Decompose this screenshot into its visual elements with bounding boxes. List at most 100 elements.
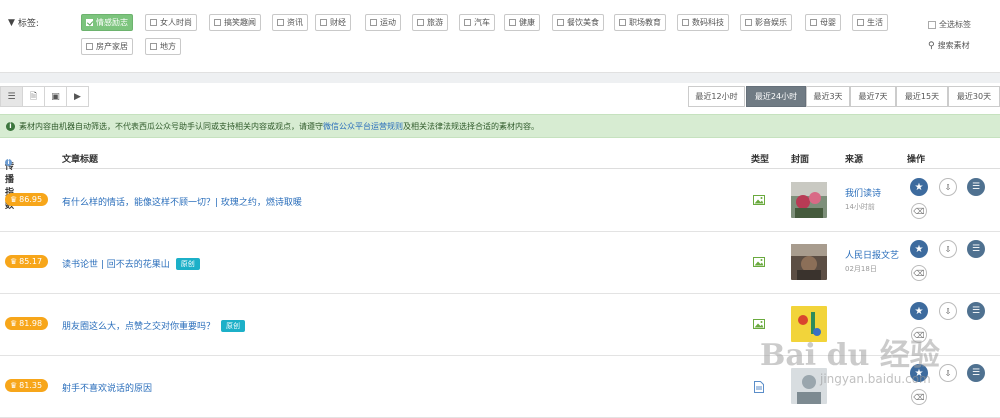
source: 我们读诗 14小时前 (845, 189, 900, 212)
table-row: ♛ 86.95 有什么样的情话，能像这样不顾一切？| 玫瑰之约，燃诗取暖 我们读诗… (0, 170, 1000, 232)
header-source: 来源 (845, 155, 864, 165)
tag-caijing[interactable]: 财经 (315, 14, 351, 31)
tag-qinggan[interactable]: 情感励志 (81, 14, 133, 31)
favorite-button[interactable]: ★ (910, 178, 928, 196)
detail-button[interactable]: ☰ (967, 178, 985, 196)
tag-yundong[interactable]: 运动 (365, 14, 401, 31)
filter-30d[interactable]: 最近30天 (948, 86, 1000, 107)
delete-button[interactable]: ⌫ (911, 265, 927, 281)
trash-icon: ⌫ (913, 392, 925, 402)
original-badge: 原创 (175, 257, 200, 270)
star-icon: ★ (914, 243, 924, 255)
detail-button[interactable]: ☰ (967, 302, 985, 320)
section-divider (0, 72, 1000, 83)
document-type-icon (754, 381, 764, 393)
dislike-button[interactable]: ⇩ (939, 178, 957, 196)
tag-gaoxiao[interactable]: 搞笑趣闻 (209, 14, 261, 31)
list-icon: ☰ (971, 368, 981, 378)
source (845, 375, 900, 377)
cover-image[interactable] (791, 306, 827, 342)
dislike-button[interactable]: ⇩ (939, 364, 957, 382)
view-list-button[interactable]: ☰ (0, 86, 23, 107)
tag-shenghuo[interactable]: 生活 (852, 14, 888, 31)
checkbox-icon (86, 43, 93, 50)
tag-shuma[interactable]: 数码科技 (677, 14, 729, 31)
delete-button[interactable]: ⌫ (911, 203, 927, 219)
tag-difang[interactable]: 地方 (145, 38, 181, 55)
header-cover: 封面 (791, 155, 810, 165)
select-all-tags[interactable]: 全选标签 (928, 19, 971, 30)
source-time: 02月18日 (845, 265, 877, 273)
source (845, 313, 900, 315)
checkbox-icon (682, 19, 689, 26)
favorite-button[interactable]: ★ (910, 364, 928, 382)
tag-muying[interactable]: 母婴 (805, 14, 841, 31)
checkbox-icon (857, 19, 864, 26)
tag-filter-bar: ▼ 标签: 情感励志 女人时尚 搞笑趣闻 资讯 财经 运动 旅游 汽车 健康 餐… (0, 0, 1000, 72)
document-icon: 🗎 (29, 91, 38, 102)
star-icon: ★ (914, 367, 924, 379)
original-badge: 原创 (221, 319, 246, 332)
checkbox-icon (619, 19, 626, 26)
checkbox-icon (417, 19, 424, 26)
view-image-button[interactable]: ▣ (44, 86, 67, 107)
filter-7d[interactable]: 最近7天 (850, 86, 896, 107)
dislike-button[interactable]: ⇩ (939, 302, 957, 320)
header-actions: 操作 (907, 155, 926, 165)
article-title[interactable]: 读书论世 | 回不去的花果山 原创 (62, 257, 200, 270)
filter-12h[interactable]: 最近12小时 (688, 86, 745, 107)
article-title[interactable]: 射手不喜欢说话的原因 (62, 381, 152, 394)
checkbox-icon (928, 20, 936, 29)
search-material-link[interactable]: ⚲ 搜索素材 (928, 40, 970, 51)
delete-button[interactable]: ⌫ (911, 389, 927, 405)
trophy-icon: ♛ (10, 381, 18, 390)
detail-button[interactable]: ☰ (967, 364, 985, 382)
notice-banner: i 素材内容由机器自动筛选，不代表西瓜公众号助手认同或支持相关内容或观点，请遵守… (0, 114, 1000, 138)
view-document-button[interactable]: 🗎 (22, 86, 45, 107)
header-title: 文章标题 (62, 155, 99, 165)
image-type-icon (753, 319, 765, 329)
video-icon: ▶ (74, 91, 81, 102)
tag-zhichang[interactable]: 职场教育 (614, 14, 666, 31)
checkbox-icon (320, 19, 327, 26)
checkbox-icon (509, 19, 516, 26)
tag-fangchan[interactable]: 房产家居 (81, 38, 133, 55)
tag-nvren[interactable]: 女人时尚 (145, 14, 197, 31)
cover-image[interactable] (791, 182, 827, 218)
checkbox-icon (557, 19, 564, 26)
filter-24h[interactable]: 最近24小时 (746, 86, 806, 107)
tag-canyin[interactable]: 餐饮美食 (552, 14, 604, 31)
tag-zixun[interactable]: 资讯 (272, 14, 308, 31)
favorite-button[interactable]: ★ (910, 302, 928, 320)
source: 人民日报文艺 02月18日 (845, 251, 900, 274)
delete-button[interactable]: ⌫ (911, 327, 927, 343)
checkbox-icon (214, 19, 221, 26)
tag-qiche[interactable]: 汽车 (459, 14, 495, 31)
tag-yingyin[interactable]: 影音娱乐 (740, 14, 792, 31)
article-title[interactable]: 朋友圈这么大，点赞之交对你重要吗？ 原创 (62, 319, 246, 332)
source-name[interactable]: 人民日报文艺 (845, 251, 900, 262)
checkbox-icon (810, 19, 817, 26)
filter-3d[interactable]: 最近3天 (806, 86, 850, 107)
dislike-button[interactable]: ⇩ (939, 240, 957, 258)
info-icon: i (6, 121, 15, 131)
table-row: ♛ 81.98 朋友圈这么大，点赞之交对你重要吗？ 原创 ★ ⇩ ☰ ⌫ (0, 294, 1000, 356)
rules-link[interactable]: 微信公众平台运营规则 (323, 121, 403, 132)
table-row: ♛ 85.17 读书论世 | 回不去的花果山 原创 人民日报文艺 02月18日 ★ … (0, 232, 1000, 294)
trash-icon: ⌫ (913, 268, 925, 278)
tag-lvyou[interactable]: 旅游 (412, 14, 448, 31)
score-badge: ♛ 81.98 (5, 317, 49, 330)
table-header: 传播指数 i 文章标题 类型 封面 来源 操作 (0, 145, 1000, 211)
tag-jiankang[interactable]: 健康 (504, 14, 540, 31)
article-title[interactable]: 有什么样的情话，能像这样不顾一切？| 玫瑰之约，燃诗取暖 (62, 195, 302, 208)
source-name[interactable]: 我们读诗 (845, 189, 900, 200)
view-video-button[interactable]: ▶ (66, 86, 89, 107)
filter-15d[interactable]: 最近15天 (896, 86, 948, 107)
cover-image[interactable] (791, 244, 827, 280)
checkbox-icon (370, 19, 377, 26)
detail-button[interactable]: ☰ (967, 240, 985, 258)
cover-image[interactable] (791, 368, 827, 404)
favorite-button[interactable]: ★ (910, 240, 928, 258)
toolbar: ☰ 🗎 ▣ ▶ 最近12小时 最近24小时 最近3天 最近7天 最近15天 最近… (0, 83, 1000, 111)
trophy-icon: ♛ (10, 319, 18, 328)
